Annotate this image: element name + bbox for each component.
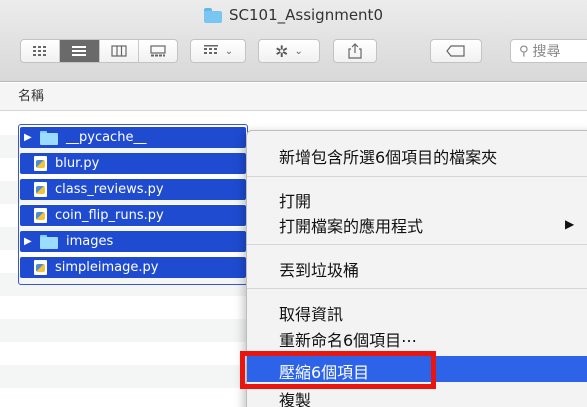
file-row-blur[interactable]: blur.py: [20, 153, 246, 174]
group-by-button[interactable]: ⌄: [190, 39, 246, 63]
menu-item-compress[interactable]: 壓縮6個項目: [247, 356, 587, 382]
python-file-icon: [34, 260, 47, 275]
file-row-simpleimage[interactable]: simpleimage.py: [20, 257, 246, 278]
menu-item-move-to-trash[interactable]: 丟到垃圾桶: [279, 257, 359, 281]
menu-separator: [247, 288, 587, 289]
name-column-header[interactable]: 名稱: [0, 83, 587, 111]
share-button[interactable]: [333, 39, 377, 63]
view-mode-selector: [20, 39, 178, 63]
chevron-down-icon: ⌄: [294, 45, 303, 57]
chevron-down-icon: ⌄: [224, 45, 234, 57]
disclosure-triangle-icon[interactable]: ▶: [24, 132, 38, 143]
name-column-label: 名稱: [18, 89, 45, 104]
menu-item-copy[interactable]: 複製: [279, 387, 311, 407]
window-title: SC101_Assignment0: [0, 6, 587, 24]
search-placeholder: 搜尋: [532, 44, 561, 60]
finder-toolbar: SC101_Assignment0 ⌄ ✲ ⌄ ⚲ 搜尋: [0, 0, 587, 82]
menu-item-open-with[interactable]: 打開檔案的應用程式: [279, 213, 423, 237]
folder-icon: [40, 130, 58, 145]
file-name: class_reviews.py: [55, 182, 164, 197]
python-file-icon: [34, 182, 47, 197]
menu-item-open[interactable]: 打開: [279, 188, 311, 212]
share-icon: [348, 43, 362, 59]
menu-separator: [247, 244, 587, 245]
list-view-button[interactable]: [60, 40, 100, 62]
menu-item-compress-label: 壓縮6個項目: [279, 363, 370, 382]
submenu-arrow-icon: ▶: [565, 217, 575, 231]
group-grid-icon: [203, 45, 218, 54]
tags-button[interactable]: [430, 39, 482, 63]
menu-item-rename[interactable]: 重新命名6個項目⋯: [279, 327, 417, 351]
python-file-icon: [34, 156, 47, 171]
menu-item-new-folder-with-selection[interactable]: 新增包含所選6個項目的檔案夾: [279, 144, 497, 168]
python-file-icon: [34, 208, 47, 223]
file-name: simpleimage.py: [55, 260, 159, 275]
folder-icon: [204, 7, 222, 23]
file-name: __pycache__: [66, 130, 147, 145]
file-name: images: [66, 234, 114, 249]
file-name: blur.py: [55, 156, 100, 171]
columns-icon: [111, 45, 127, 57]
gear-icon: ✲: [275, 41, 289, 61]
context-menu: 新增包含所選6個項目的檔案夾 打開 打開檔案的應用程式 ▶ 丟到垃圾桶 取得資訊…: [246, 130, 587, 407]
disclosure-triangle-icon[interactable]: ▶: [24, 236, 38, 247]
file-row-images[interactable]: ▶ images: [20, 231, 246, 252]
gallery-icon: [150, 45, 166, 57]
file-name: coin_flip_runs.py: [55, 208, 164, 223]
window-title-text: SC101_Assignment0: [229, 6, 383, 24]
column-view-button[interactable]: [100, 40, 139, 62]
menu-separator: [247, 176, 587, 177]
menu-item-get-info[interactable]: 取得資訊: [279, 301, 343, 325]
gallery-view-button[interactable]: [139, 40, 177, 62]
tag-icon: [446, 45, 465, 57]
icon-view-button[interactable]: [21, 40, 61, 62]
search-field[interactable]: ⚲ 搜尋: [510, 39, 587, 63]
list-icon: [72, 46, 87, 56]
search-icon: ⚲: [519, 43, 529, 59]
file-row-class-reviews[interactable]: class_reviews.py: [20, 179, 246, 200]
action-menu-button[interactable]: ✲ ⌄: [258, 39, 320, 63]
file-row-coin-flip-runs[interactable]: coin_flip_runs.py: [20, 205, 246, 226]
file-row-pycache[interactable]: ▶ __pycache__: [20, 127, 246, 148]
grid-icon: [33, 46, 47, 56]
folder-icon: [40, 234, 58, 249]
